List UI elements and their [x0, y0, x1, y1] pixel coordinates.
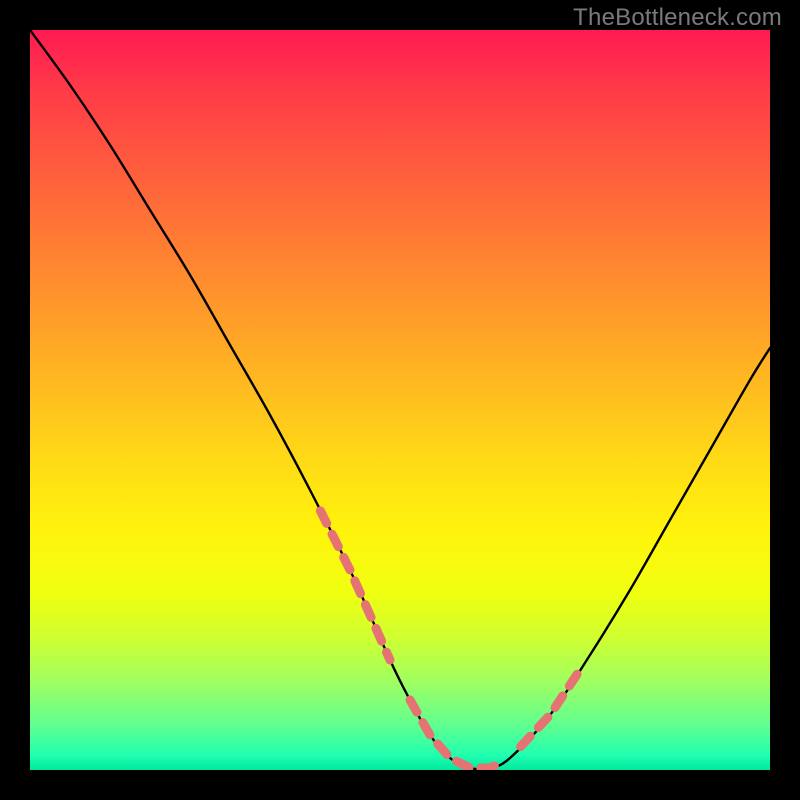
chart-frame: TheBottleneck.com: [0, 0, 800, 800]
dashed-highlight-segment: [521, 664, 584, 746]
dashed-highlight-segment: [320, 511, 390, 660]
watermark-text: TheBottleneck.com: [573, 4, 782, 32]
dashed-highlight-segment: [410, 700, 500, 768]
plot-area: [30, 30, 770, 770]
dashed-highlight-group: [320, 511, 583, 768]
bottleneck-curve: [30, 30, 770, 769]
curve-svg: [30, 30, 770, 770]
